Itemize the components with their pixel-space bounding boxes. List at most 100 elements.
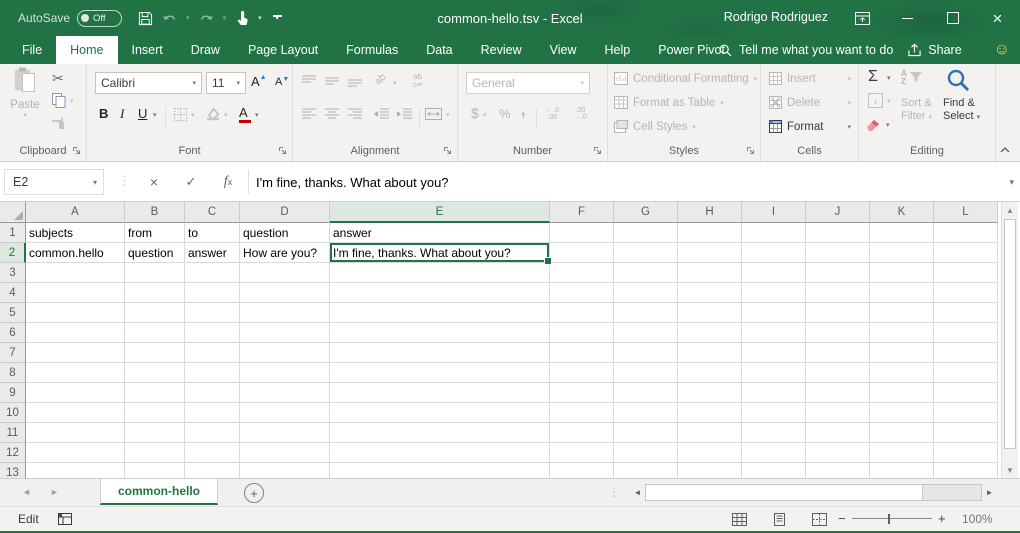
cell-F13[interactable] bbox=[550, 463, 614, 478]
cell-G7[interactable] bbox=[614, 343, 678, 363]
row-header-3[interactable]: 3 bbox=[0, 263, 26, 283]
orientation-button[interactable]: ab bbox=[373, 72, 389, 88]
cell-J7[interactable] bbox=[806, 343, 870, 363]
ribbon-tab-view[interactable]: View bbox=[536, 36, 591, 64]
find-select-icon[interactable] bbox=[945, 68, 971, 94]
cell-K13[interactable] bbox=[870, 463, 934, 478]
cell-styles-button[interactable]: Cell Styles▾ bbox=[614, 120, 696, 133]
clipboard-dialog-launcher-icon[interactable] bbox=[72, 146, 82, 156]
cell-H5[interactable] bbox=[678, 303, 742, 323]
row-header-2[interactable]: 2 bbox=[0, 243, 26, 263]
cell-F12[interactable] bbox=[550, 443, 614, 463]
share-button[interactable]: Share bbox=[907, 43, 961, 57]
cell-F9[interactable] bbox=[550, 383, 614, 403]
cell-A8[interactable] bbox=[26, 363, 125, 383]
zoom-level[interactable]: 100% bbox=[962, 512, 993, 526]
cell-D13[interactable] bbox=[240, 463, 330, 478]
cell-G5[interactable] bbox=[614, 303, 678, 323]
borders-button[interactable] bbox=[173, 107, 188, 122]
cell-B13[interactable] bbox=[125, 463, 185, 478]
cell-D5[interactable] bbox=[240, 303, 330, 323]
fill-button[interactable]: ↓ bbox=[868, 93, 883, 108]
cell-B4[interactable] bbox=[125, 283, 185, 303]
cell-G12[interactable] bbox=[614, 443, 678, 463]
cell-J5[interactable] bbox=[806, 303, 870, 323]
format-painter-button[interactable] bbox=[50, 116, 66, 130]
cell-A5[interactable] bbox=[26, 303, 125, 323]
cell-J6[interactable] bbox=[806, 323, 870, 343]
cell-B11[interactable] bbox=[125, 423, 185, 443]
page-layout-view-icon[interactable] bbox=[772, 513, 787, 526]
fill-dropdown-icon[interactable]: ▾ bbox=[887, 97, 891, 105]
cell-G13[interactable] bbox=[614, 463, 678, 478]
cell-K5[interactable] bbox=[870, 303, 934, 323]
enter-icon[interactable]: ✓ bbox=[178, 171, 204, 193]
vertical-scrollbar[interactable]: ▲ ▼ bbox=[1001, 202, 1018, 478]
cell-C6[interactable] bbox=[185, 323, 240, 343]
cell-E13[interactable] bbox=[330, 463, 550, 478]
cell-A7[interactable] bbox=[26, 343, 125, 363]
sheet-tab-common-hello[interactable]: common-hello bbox=[100, 479, 218, 505]
clear-button[interactable] bbox=[865, 117, 882, 131]
cell-D8[interactable] bbox=[240, 363, 330, 383]
delete-cells-button[interactable]: Delete▾ bbox=[769, 96, 851, 109]
accounting-format-button[interactable]: $ bbox=[471, 105, 479, 121]
autosum-dropdown-icon[interactable]: ▾ bbox=[887, 74, 891, 82]
cell-G10[interactable] bbox=[614, 403, 678, 423]
cell-C7[interactable] bbox=[185, 343, 240, 363]
cell-J2[interactable] bbox=[806, 243, 870, 263]
cell-F11[interactable] bbox=[550, 423, 614, 443]
cell-L4[interactable] bbox=[934, 283, 998, 303]
cell-B12[interactable] bbox=[125, 443, 185, 463]
cell-L11[interactable] bbox=[934, 423, 998, 443]
insert-function-icon[interactable]: fx bbox=[215, 171, 241, 193]
format-as-table-button[interactable]: Format as Table▾ bbox=[614, 96, 724, 109]
cell-I6[interactable] bbox=[742, 323, 806, 343]
formula-bar-expand-icon[interactable]: ▾ bbox=[1009, 177, 1014, 188]
cell-H6[interactable] bbox=[678, 323, 742, 343]
cell-L8[interactable] bbox=[934, 363, 998, 383]
cell-H3[interactable] bbox=[678, 263, 742, 283]
cell-K3[interactable] bbox=[870, 263, 934, 283]
cell-G1[interactable] bbox=[614, 223, 678, 243]
cell-A3[interactable] bbox=[26, 263, 125, 283]
ribbon-tab-review[interactable]: Review bbox=[467, 36, 536, 64]
cell-F10[interactable] bbox=[550, 403, 614, 423]
redo-icon[interactable] bbox=[199, 12, 214, 25]
row-header-1[interactable]: 1 bbox=[0, 223, 26, 243]
fill-color-button[interactable] bbox=[205, 107, 221, 121]
cell-G9[interactable] bbox=[614, 383, 678, 403]
decrease-decimal-button[interactable]: .00→.0 bbox=[574, 107, 587, 121]
cell-H4[interactable] bbox=[678, 283, 742, 303]
column-header-I[interactable]: I bbox=[742, 202, 806, 223]
column-header-E[interactable]: E bbox=[330, 202, 550, 223]
cell-L9[interactable] bbox=[934, 383, 998, 403]
ribbon-tab-formulas[interactable]: Formulas bbox=[332, 36, 412, 64]
cell-G2[interactable] bbox=[614, 243, 678, 263]
zoom-in-button[interactable]: + bbox=[938, 511, 946, 526]
row-header-10[interactable]: 10 bbox=[0, 403, 26, 423]
cell-E5[interactable] bbox=[330, 303, 550, 323]
column-header-A[interactable]: A bbox=[26, 202, 125, 223]
autosave-toggle[interactable]: AutoSave Off bbox=[18, 10, 122, 27]
cell-K10[interactable] bbox=[870, 403, 934, 423]
font-color-dropdown-icon[interactable]: ▾ bbox=[255, 111, 259, 119]
paste-button[interactable]: Paste ▾ bbox=[7, 67, 43, 119]
font-size-select[interactable]: 11 ▾ bbox=[206, 72, 246, 94]
cell-I3[interactable] bbox=[742, 263, 806, 283]
insert-cells-button[interactable]: Insert▾ bbox=[769, 72, 851, 85]
column-header-G[interactable]: G bbox=[614, 202, 678, 223]
cell-D11[interactable] bbox=[240, 423, 330, 443]
cell-H10[interactable] bbox=[678, 403, 742, 423]
cell-G4[interactable] bbox=[614, 283, 678, 303]
alignment-dialog-launcher-icon[interactable] bbox=[443, 146, 453, 156]
align-top-icon[interactable] bbox=[301, 74, 317, 88]
cell-E3[interactable] bbox=[330, 263, 550, 283]
cell-I7[interactable] bbox=[742, 343, 806, 363]
cell-H7[interactable] bbox=[678, 343, 742, 363]
cell-B5[interactable] bbox=[125, 303, 185, 323]
normal-view-icon[interactable] bbox=[732, 513, 747, 526]
cell-D12[interactable] bbox=[240, 443, 330, 463]
styles-dialog-launcher-icon[interactable] bbox=[746, 146, 756, 156]
cell-L2[interactable] bbox=[934, 243, 998, 263]
